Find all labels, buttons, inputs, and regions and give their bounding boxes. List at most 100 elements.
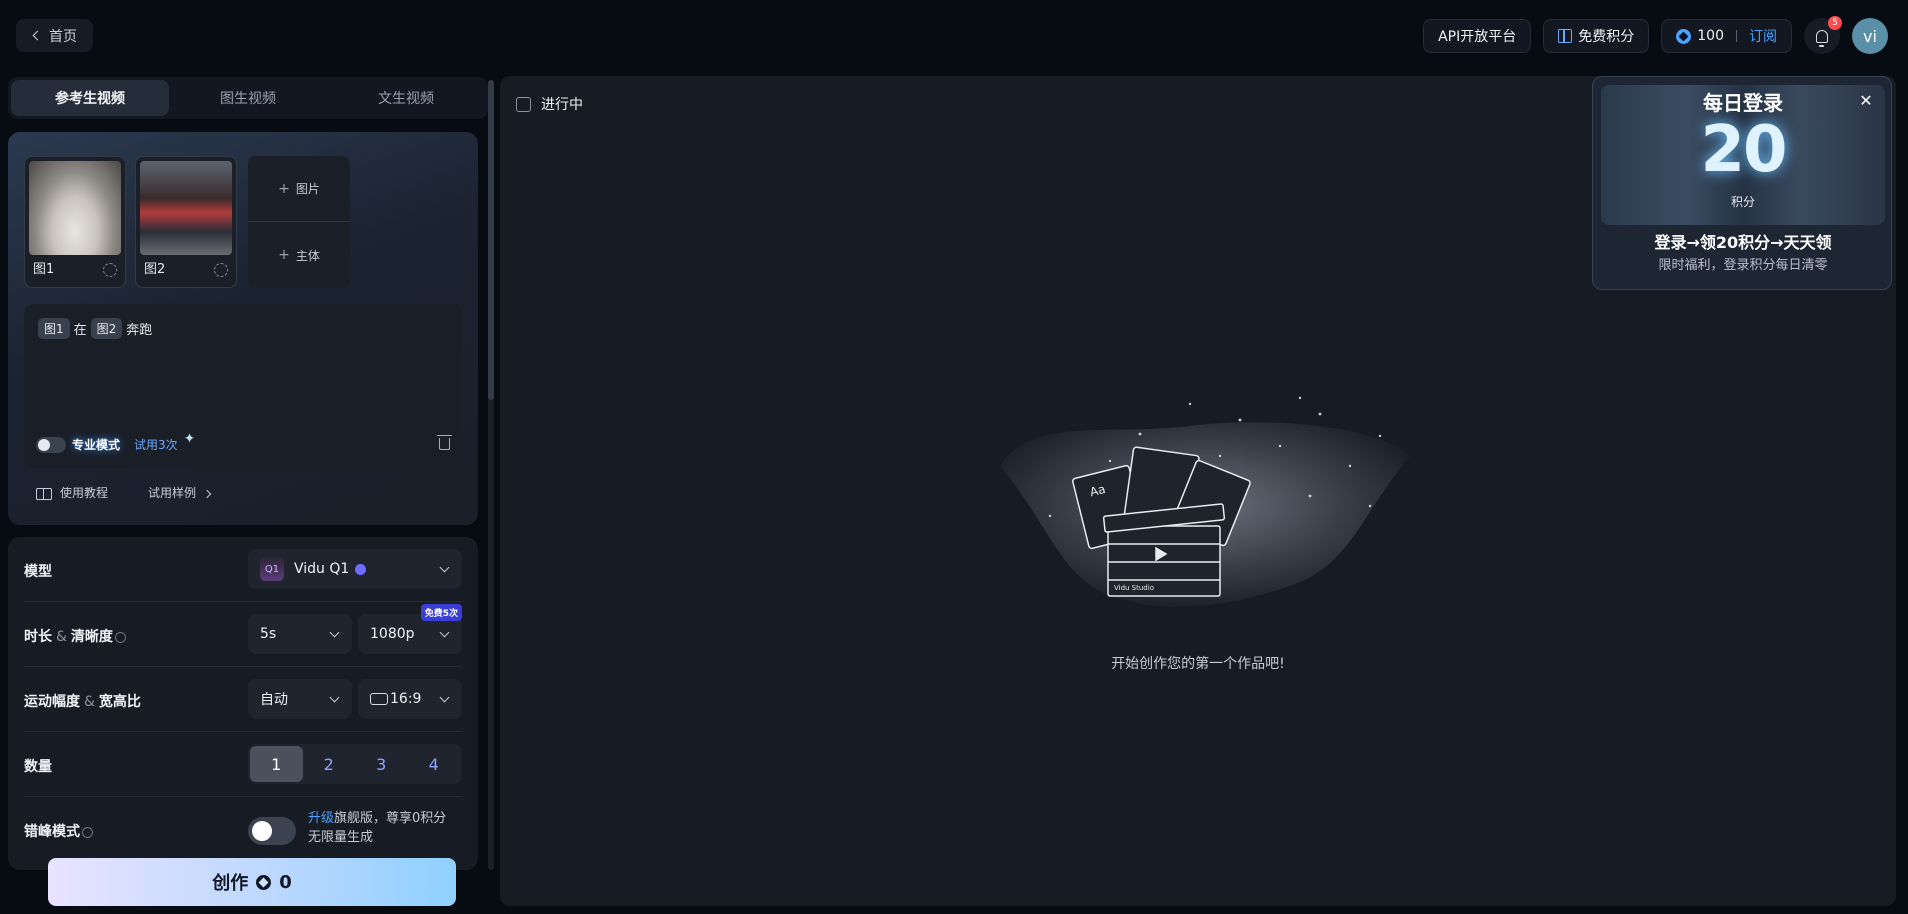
book-icon bbox=[36, 487, 52, 500]
reference-label-1: 图1 bbox=[33, 262, 55, 277]
pro-mode-switch[interactable] bbox=[36, 436, 66, 453]
notifications-button[interactable]: 5 bbox=[1804, 16, 1842, 54]
quantity-option[interactable]: 2 bbox=[303, 746, 356, 782]
tutorial-label: 使用教程 bbox=[60, 486, 109, 500]
top-right-actions: API开放平台 免费积分 100 订阅 5 vi bbox=[1423, 16, 1888, 55]
divider bbox=[1736, 30, 1737, 42]
chevron-down-icon bbox=[329, 692, 340, 703]
model-label: 模型 bbox=[24, 564, 52, 580]
ratio-select[interactable]: 16:9 bbox=[358, 679, 462, 719]
reference-label-2: 图2 bbox=[144, 262, 166, 277]
daily-login-popup: 每日登录 20 积分 ✕ 登录→领20积分→天天领 限时福利，登录积分每日清零 bbox=[1592, 76, 1892, 290]
notification-badge: 5 bbox=[1828, 16, 1842, 30]
prompt-chip-2[interactable]: 图2 bbox=[90, 318, 123, 339]
prompt-word-2: 奔跑 bbox=[126, 323, 153, 338]
in-progress-checkbox[interactable] bbox=[516, 96, 531, 112]
quantity-option[interactable]: 1 bbox=[250, 746, 303, 782]
resolution-label: 清晰度 bbox=[70, 629, 113, 645]
offpeak-switch[interactable] bbox=[248, 817, 296, 845]
offpeak-label: 错峰模式 bbox=[24, 824, 80, 840]
daily-points-number: 20 bbox=[1700, 113, 1787, 187]
duration-label: 时长 bbox=[24, 629, 52, 645]
tab-reference-video[interactable]: 参考生视频 bbox=[11, 80, 169, 116]
replace-icon[interactable] bbox=[103, 263, 117, 277]
trash-icon[interactable] bbox=[437, 435, 452, 450]
replace-icon[interactable] bbox=[214, 263, 228, 277]
quantity-selector: 1 2 3 4 bbox=[248, 744, 462, 784]
settings-panel: 模型 Q1 Vidu Q1 时长 & 清晰度 5s 1080p 免费5次 运动幅度 & bbox=[8, 537, 478, 870]
points-value: 100 bbox=[1697, 28, 1724, 44]
motion-select[interactable]: 自动 bbox=[248, 679, 352, 719]
empty-state-text: 开始创作您的第一个作品吧! bbox=[1111, 656, 1285, 672]
mode-tabs: 参考生视频 图生视频 文生视频 bbox=[8, 77, 488, 119]
daily-subtitle: 限时福利，登录积分每日清零 bbox=[1658, 258, 1828, 273]
offpeak-text-2: 无限量生成 bbox=[308, 830, 374, 845]
in-progress-filter[interactable]: 进行中 bbox=[516, 94, 583, 114]
ratio-label: 宽高比 bbox=[98, 694, 141, 710]
model-select[interactable]: Q1 Vidu Q1 bbox=[248, 549, 462, 589]
api-platform-button[interactable]: API开放平台 bbox=[1423, 19, 1532, 53]
reference-thumb-2[interactable]: 图2 bbox=[135, 156, 237, 288]
resolution-value: 1080p bbox=[370, 626, 415, 642]
trial-label: 试用3次 bbox=[134, 438, 178, 452]
daily-headline: 登录→领20积分→天天领 bbox=[1654, 233, 1832, 252]
quantity-option[interactable]: 4 bbox=[408, 746, 461, 782]
quantity-option[interactable]: 3 bbox=[355, 746, 408, 782]
reference-card: 图1 图2 + 图片 + 主体 图1 在 图2 奔跑 专业模式 试用3次 ✦ 使… bbox=[8, 132, 478, 525]
in-progress-label: 进行中 bbox=[541, 97, 583, 113]
api-platform-label: API开放平台 bbox=[1438, 29, 1517, 45]
daily-points-unit: 积分 bbox=[1730, 195, 1755, 209]
add-image-button[interactable]: + 图片 bbox=[248, 156, 350, 222]
prompt-chip-1[interactable]: 图1 bbox=[38, 318, 70, 339]
create-button[interactable]: 创作 0 bbox=[48, 858, 456, 906]
pro-mode-label: 专业模式 bbox=[72, 438, 121, 452]
tab-image-video[interactable]: 图生视频 bbox=[169, 80, 327, 116]
offpeak-description: 升级旗舰版，尊享0积分 无限量生成 bbox=[308, 809, 468, 847]
examples-label: 试用样例 bbox=[148, 486, 197, 500]
create-cost: 0 bbox=[279, 871, 292, 893]
free-points-label: 免费积分 bbox=[1578, 29, 1635, 45]
duration-select[interactable]: 5s bbox=[248, 614, 352, 654]
resolution-select[interactable]: 1080p 免费5次 bbox=[358, 604, 462, 654]
gift-icon bbox=[1558, 29, 1573, 43]
motion-row: 运动幅度 & 宽高比 自动 16:9 bbox=[24, 667, 462, 732]
examples-link[interactable]: 试用样例 bbox=[148, 484, 212, 501]
motion-label: 运动幅度 bbox=[24, 694, 80, 710]
free-points-button[interactable]: 免费积分 bbox=[1543, 19, 1650, 53]
points-balance[interactable]: 100 订阅 bbox=[1661, 19, 1792, 53]
offpeak-text-1: 旗舰版，尊享0积分 bbox=[334, 811, 447, 826]
prompt-word-1: 在 bbox=[73, 323, 87, 338]
chevron-down-icon bbox=[329, 627, 340, 638]
subscribe-link[interactable]: 订阅 bbox=[1749, 26, 1777, 46]
home-button[interactable]: 首页 bbox=[16, 19, 93, 52]
tutorial-link[interactable]: 使用教程 bbox=[36, 484, 108, 501]
tab-text-video[interactable]: 文生视频 bbox=[327, 80, 485, 116]
plus-icon: + bbox=[278, 247, 290, 263]
left-panel: 参考生视频 图生视频 文生视频 图1 图2 + 图片 + 主体 图1 在 图2 … bbox=[8, 77, 488, 870]
close-icon[interactable]: ✕ bbox=[1853, 87, 1879, 113]
motion-value: 自动 bbox=[260, 692, 288, 708]
motion-ratio-label: 运动幅度 & 宽高比 bbox=[24, 694, 141, 710]
prompt-input[interactable]: 图1 在 图2 奔跑 专业模式 试用3次 ✦ bbox=[24, 304, 462, 468]
coin-icon bbox=[1676, 28, 1692, 44]
left-scrollbar[interactable] bbox=[488, 80, 494, 870]
avatar[interactable]: vi bbox=[1852, 18, 1888, 54]
daily-title: 每日登录 bbox=[1703, 91, 1783, 115]
reference-image-1 bbox=[29, 161, 121, 255]
duration-row: 时长 & 清晰度 5s 1080p 免费5次 bbox=[24, 602, 462, 667]
reference-thumb-1[interactable]: 图1 bbox=[24, 156, 126, 288]
upgrade-link[interactable]: 升级 bbox=[308, 811, 334, 826]
info-icon[interactable] bbox=[114, 631, 126, 643]
add-subject-button[interactable]: + 主体 bbox=[248, 222, 350, 288]
chevron-down-icon bbox=[439, 627, 450, 638]
aspect-ratio-icon bbox=[370, 693, 388, 705]
home-label: 首页 bbox=[49, 28, 77, 45]
plus-icon: + bbox=[278, 180, 290, 197]
info-icon[interactable] bbox=[82, 826, 93, 838]
duration-resolution-label: 时长 & 清晰度 bbox=[24, 626, 126, 646]
bell-icon bbox=[1816, 29, 1828, 47]
pro-mode-toggle[interactable]: 专业模式 试用3次 ✦ bbox=[36, 431, 195, 453]
chevron-down-icon bbox=[439, 692, 450, 703]
prompt-text: 图1 在 图2 奔跑 bbox=[38, 318, 152, 339]
quantity-row: 数量 1 2 3 4 bbox=[24, 732, 462, 797]
